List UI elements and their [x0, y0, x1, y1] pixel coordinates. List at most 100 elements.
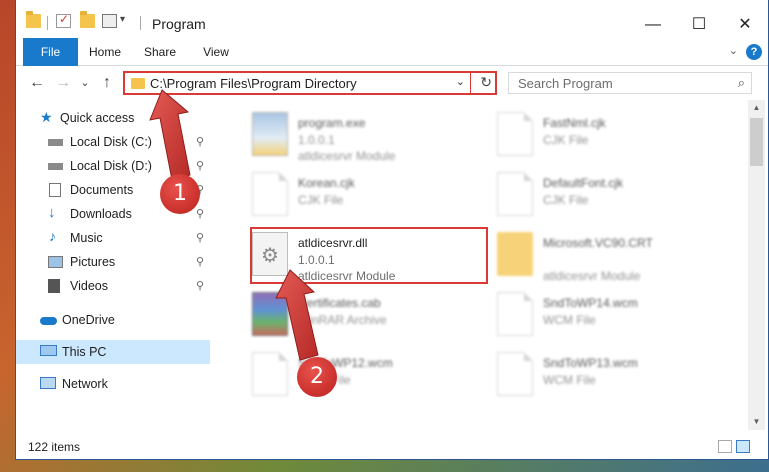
- window-title: Program: [152, 16, 206, 32]
- folder-icon: [26, 11, 41, 28]
- tab-share[interactable]: Share: [136, 38, 184, 66]
- nav-label: Downloads: [70, 207, 132, 221]
- music-icon: ♪: [49, 228, 56, 244]
- nav-label: Documents: [70, 183, 134, 197]
- drive-icon: [48, 139, 63, 146]
- pin-icon[interactable]: ⚲: [196, 159, 204, 172]
- nav-item-this-pc[interactable]: This PC: [16, 340, 210, 364]
- chevron-down-icon[interactable]: ⌄: [456, 75, 465, 88]
- nav-label: Music: [70, 231, 103, 245]
- address-bar[interactable]: C:\Program Files\Program Directory ⌄ ↻: [123, 71, 497, 95]
- nav-item-music[interactable]: ♪ Music ⚲: [16, 226, 210, 250]
- computer-icon: [40, 345, 57, 356]
- file-type: CJK File: [543, 193, 589, 207]
- divider: [47, 16, 48, 30]
- nav-label: Local Disk (C:): [70, 135, 152, 149]
- close-button[interactable]: ✕: [722, 10, 768, 40]
- tab-view[interactable]: View: [192, 38, 240, 66]
- file-type: WinRAR Archive: [298, 313, 387, 327]
- nav-item-pictures[interactable]: Pictures ⚲: [16, 250, 210, 274]
- address-path[interactable]: C:\Program Files\Program Directory: [150, 76, 357, 91]
- pictures-icon: [48, 256, 63, 268]
- title-bar: ✓ ▾ Program — ☐ ✕: [16, 0, 768, 38]
- file-tile-korean[interactable]: Korean.cjk CJK File: [238, 166, 478, 228]
- drive-icon: [48, 163, 63, 170]
- refresh-button[interactable]: ↻: [480, 74, 492, 91]
- help-icon[interactable]: ?: [746, 44, 762, 60]
- download-icon: ↓: [48, 204, 56, 221]
- nav-item-quick-access[interactable]: ★ Quick access: [16, 106, 210, 130]
- step-1-badge: 1: [160, 174, 200, 214]
- pin-icon[interactable]: ⚲: [196, 255, 204, 268]
- tab-file[interactable]: File: [23, 38, 78, 66]
- file-tile-sndtowp13[interactable]: SndToWP13.wcm WCM File: [483, 346, 723, 408]
- nav-item-local-disk-c[interactable]: Local Disk (C:) ⚲: [16, 130, 210, 154]
- nav-item-network[interactable]: Network: [16, 372, 210, 396]
- minimize-button[interactable]: —: [630, 10, 676, 40]
- file-name: Microsoft.VC90.CRT: [543, 236, 653, 250]
- documents-icon: [49, 183, 61, 197]
- nav-label: This PC: [62, 345, 107, 359]
- search-input[interactable]: Search Program ⌕: [508, 72, 752, 94]
- file-tile-fastnml[interactable]: FastNml.cjk CJK File: [483, 106, 723, 168]
- item-count: 122 items: [28, 440, 81, 454]
- file-tile-sndtowp12[interactable]: SndToWP12.wcm WCM File: [238, 346, 478, 408]
- step-2-badge: 2: [297, 357, 337, 397]
- file-tile-defaultfont[interactable]: DefaultFont.cjk CJK File: [483, 166, 723, 228]
- file-tile-program-exe[interactable]: program.exe 1.0.0.1 atldicesrvr Module: [238, 106, 478, 168]
- details-view-icon[interactable]: [718, 440, 732, 453]
- file-name: Korean.cjk: [298, 176, 355, 190]
- new-folder-icon[interactable]: [80, 11, 95, 28]
- file-description: atldicesrvr Module: [543, 269, 641, 283]
- nav-item-videos[interactable]: Videos ⚲: [16, 274, 210, 298]
- file-type: WCM File: [543, 373, 596, 387]
- file-name: program.exe: [298, 116, 366, 130]
- nav-label: Pictures: [70, 255, 116, 269]
- expand-ribbon-icon[interactable]: ⌄: [729, 44, 738, 57]
- file-description: atldicesrvr Module: [298, 149, 396, 163]
- tab-home[interactable]: Home: [81, 38, 129, 66]
- quick-access-dropdown-icon[interactable]: ▾: [120, 14, 125, 25]
- pin-icon[interactable]: ⚲: [196, 207, 204, 220]
- nav-label: Network: [62, 377, 108, 391]
- nav-label: Local Disk (D:): [70, 159, 152, 173]
- large-icons-view-icon[interactable]: [736, 440, 750, 453]
- folder-icon: [131, 78, 145, 89]
- file-name: SndToWP14.wcm: [543, 296, 638, 310]
- file-name: FastNml.cjk: [543, 116, 606, 130]
- status-bar: 122 items: [16, 436, 768, 458]
- file-explorer-window: ✓ ▾ Program — ☐ ✕ File Home Share View ⌄…: [15, 0, 769, 460]
- maximize-button[interactable]: ☐: [676, 10, 722, 40]
- file-type: CJK File: [298, 193, 344, 207]
- up-button[interactable]: ↑: [96, 72, 118, 94]
- file-type: WCM File: [543, 313, 596, 327]
- recent-locations-button[interactable]: ⌄: [74, 72, 96, 94]
- forward-button[interactable]: →: [52, 72, 74, 94]
- file-tile-certificates-cab[interactable]: Certificates.cab WinRAR Archive: [238, 286, 478, 348]
- customize-toolbar-icon[interactable]: [102, 14, 117, 28]
- pin-icon[interactable]: ⚲: [196, 231, 204, 244]
- network-icon: [40, 377, 56, 389]
- document-icon: [497, 112, 533, 156]
- navigation-pane: ★ Quick access Local Disk (C:) ⚲ Local D…: [16, 100, 216, 430]
- file-name: DefaultFont.cjk: [543, 176, 624, 190]
- back-button[interactable]: ←: [26, 72, 48, 94]
- divider: [470, 73, 471, 93]
- file-tile-microsoft-vc90-crt[interactable]: Microsoft.VC90.CRT atldicesrvr Module: [483, 226, 723, 288]
- scroll-down-icon[interactable]: ▼: [748, 414, 765, 430]
- document-icon: [252, 352, 288, 396]
- ribbon-tabs: File Home Share View ⌄ ?: [16, 38, 768, 66]
- nav-item-onedrive[interactable]: OneDrive: [16, 308, 210, 332]
- pin-icon[interactable]: ⚲: [196, 135, 204, 148]
- cloud-icon: [40, 317, 57, 325]
- properties-check-icon[interactable]: ✓: [56, 12, 71, 28]
- pin-icon[interactable]: ⚲: [196, 279, 204, 292]
- file-tile-sndtowp14[interactable]: SndToWP14.wcm WCM File: [483, 286, 723, 348]
- file-name: SndToWP13.wcm: [543, 356, 638, 370]
- scroll-thumb[interactable]: [750, 118, 763, 166]
- file-version: 1.0.0.1: [298, 133, 335, 147]
- search-icon[interactable]: ⌕: [738, 75, 745, 91]
- scroll-up-icon[interactable]: ▲: [748, 100, 765, 116]
- vertical-scrollbar[interactable]: ▲ ▼: [748, 100, 765, 430]
- file-name: Certificates.cab: [298, 296, 381, 310]
